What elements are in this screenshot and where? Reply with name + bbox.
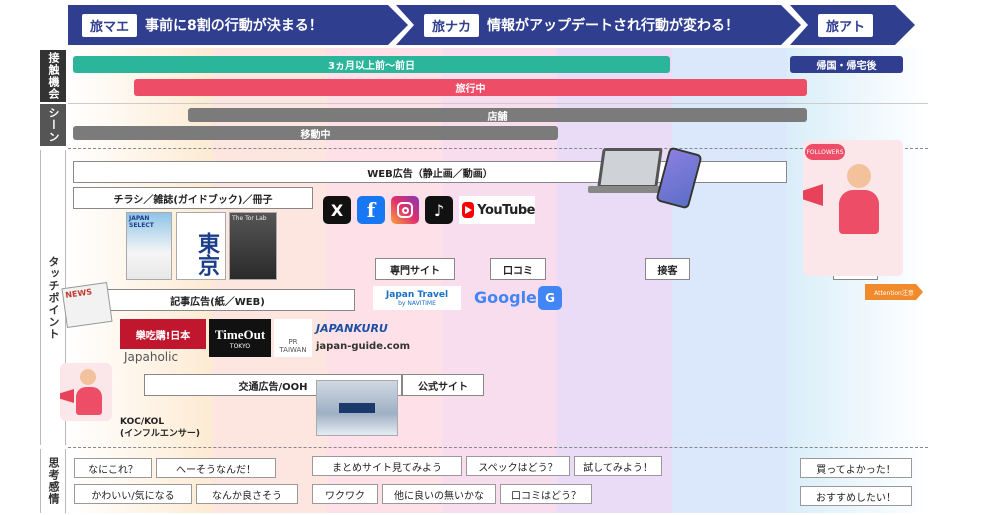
thought-during-2: スペックはどう？ (466, 456, 570, 476)
thought-during-4: ワクワク (312, 484, 378, 504)
magazine-cover-2: 東京 (176, 212, 226, 280)
separator-contact (68, 103, 928, 104)
touchpoint-koc: KOC/KOL (インフルエンサー) (120, 417, 200, 439)
bar-during-trip: 旅行中 (134, 79, 807, 96)
youtube-play-icon (462, 202, 475, 218)
bar-moving: 移動中 (73, 126, 558, 141)
megaphone-icon (803, 184, 823, 206)
touchpoint-official: 公式サイト (402, 374, 484, 396)
phase-before-title: 事前に8割の行動が決まる！ (145, 18, 323, 34)
influencer-head (847, 164, 871, 188)
thought-during-6: 口コミはどう？ (500, 484, 592, 504)
navitime-text: by NAVITIME (398, 299, 436, 307)
japan-travel-logo: Japan Travel by NAVITIME (373, 286, 461, 310)
bg-col-7 (787, 48, 927, 513)
touchpoint-flyer: チラシ／雑誌(ガイドブック)／冊子 (73, 187, 313, 209)
koc-megaphone-icon (60, 389, 74, 403)
youtube-logo: YouTube (459, 196, 535, 224)
followers-badge: FOLLOWERS (805, 144, 845, 160)
timeout-text: TimeOut (214, 326, 266, 342)
separator-touchpoint (68, 447, 928, 448)
touchpoint-review: 口コミ (490, 258, 546, 280)
google-logo: Google (474, 288, 537, 307)
koc-body (76, 387, 102, 415)
japan-guide-logo: japan-guide.com (316, 341, 411, 352)
phase-during: 旅ナカ 情報がアップデートされ行動が変わる！ (396, 5, 801, 45)
attention-tag: Attention注意 (865, 284, 923, 300)
koc-head (80, 369, 96, 385)
facebook-logo-icon: f (357, 196, 385, 224)
bar-store: 店舗 (188, 108, 807, 123)
bar-after-period: 帰国・帰宅後 (790, 56, 903, 73)
thought-during-5: 他に良いの無いかな (382, 484, 496, 504)
influencer-illustration: FOLLOWERS (803, 140, 903, 276)
thought-after-2: おすすめしたい！ (800, 486, 912, 506)
thought-before-4: なんか良さそう (196, 484, 298, 504)
timeout-city: TOKYO (229, 342, 251, 350)
japan-travel-text: Japan Travel (385, 289, 449, 300)
timeout-logo: TimeOut TOKYO (209, 319, 271, 357)
phase-after-label: 旅アト (818, 13, 874, 37)
japankuru-logo: JAPANKURU (316, 322, 388, 335)
rowhead-thought: 思考感情 (40, 449, 66, 513)
youtube-text: YouTube (477, 202, 535, 218)
thought-before-3: かわいい/気になる (74, 484, 192, 504)
rowhead-contact: 接触機会 (40, 50, 66, 102)
x-logo-icon: X (323, 196, 351, 224)
influencer-body (839, 190, 879, 234)
thought-before-2: へーそうなんだ！ (156, 458, 276, 478)
phase-before: 旅マエ 事前に8割の行動が決まる！ (68, 5, 408, 45)
google-business-icon: G (538, 286, 562, 310)
thought-after-1: 買ってよかった！ (800, 458, 912, 478)
thought-during-1: まとめサイト見てみよう (312, 456, 462, 476)
phase-before-label: 旅マエ (82, 13, 138, 37)
phase-during-title: 情報がアップデートされ行動が変わる！ (487, 18, 740, 34)
touchpoint-service: 接客 (645, 258, 690, 280)
koc-illustration (60, 363, 112, 421)
laptop-icon (597, 148, 663, 188)
airport-photo (316, 380, 398, 436)
rakuchi-logo: 樂吃購!日本 (120, 319, 206, 349)
touchpoint-specialist: 専門サイト (375, 258, 455, 280)
phase-during-label: 旅ナカ (424, 13, 480, 37)
rowhead-scene: シーン (40, 104, 66, 146)
magazine-cover-1: JAPAN SELECT (126, 212, 172, 280)
separator-scene (68, 148, 928, 149)
newspaper-icon: NEWS (61, 281, 113, 329)
thought-before-1: なにこれ？ (74, 458, 152, 478)
magazine-cover-3: The Tor Lab (229, 212, 277, 280)
airport-board (339, 403, 375, 413)
touchpoint-article: 記事広告(紙／WEB) (80, 289, 355, 311)
phase-after: 旅アト (790, 5, 915, 45)
pr-taiwan-logo: PR TAIWAN (274, 319, 312, 357)
bar-before-period: 3ヵ月以上前〜前日 (73, 56, 670, 73)
thought-during-3: 試してみよう！ (574, 456, 662, 476)
instagram-logo-icon (391, 196, 419, 224)
laptop-base (588, 186, 668, 193)
tiktok-logo-icon: ♪ (425, 196, 453, 224)
japaholic-logo: Japaholic (124, 350, 179, 364)
magazine-cover-2-title: 東京 (194, 232, 219, 276)
